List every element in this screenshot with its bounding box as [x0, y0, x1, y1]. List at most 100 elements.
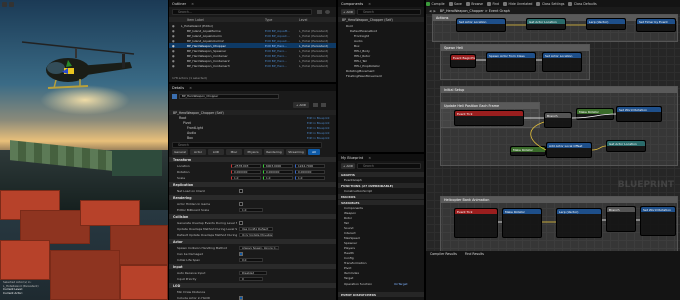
- edit-in-blueprint-link[interactable]: Edit in Blueprint: [307, 136, 330, 140]
- eye-icon[interactable]: ●: [172, 44, 175, 48]
- section-event-dispatchers[interactable]: EVENT DISPATCHERS: [338, 292, 424, 297]
- location-y-field[interactable]: 6003.0000: [263, 163, 293, 169]
- section-actor[interactable]: Actor: [169, 239, 336, 244]
- component-label: Pivot: [183, 120, 191, 125]
- outliner-tab[interactable]: Outliner ×: [169, 0, 336, 7]
- helicopter-model[interactable]: [18, 34, 138, 106]
- filter-misc[interactable]: Misc: [226, 149, 242, 155]
- input-priority-field[interactable]: 0: [239, 276, 263, 282]
- filter-all[interactable]: All: [308, 149, 320, 155]
- section-lod[interactable]: LOD: [169, 283, 336, 288]
- col-label[interactable]: Item Label: [187, 18, 204, 22]
- tree-row-type[interactable]: Edit BP_Hero...: [265, 44, 287, 48]
- compile-blueprint-icon[interactable]: [313, 103, 318, 107]
- variable-value[interactable]: OnTarget: [394, 282, 408, 286]
- auto-receive-dropdown[interactable]: Disabled: [239, 270, 267, 276]
- add-component-button[interactable]: + ADD: [293, 102, 309, 108]
- rotation-x-field[interactable]: 0.000000: [231, 169, 261, 175]
- object-name-field[interactable]: BP_HeroWeapon_Chopper: [179, 94, 279, 99]
- component-item[interactable]: FloatingPawnMovement: [338, 73, 424, 78]
- close-icon[interactable]: ×: [368, 2, 371, 6]
- filter-lod[interactable]: LOD: [208, 149, 224, 155]
- tree-row-type[interactable]: Edit BP_AquaC...: [265, 39, 290, 43]
- graph-item[interactable]: EventGraph: [338, 177, 424, 182]
- variable-item[interactable]: Target: [338, 275, 424, 280]
- update-overlap-dropdown[interactable]: Use Config Default: [239, 226, 273, 232]
- variable-label: Config: [344, 255, 354, 260]
- tree-row-type[interactable]: Edit BP_Hero...: [265, 59, 287, 63]
- location-x-field[interactable]: -2578.003: [231, 163, 261, 169]
- eye-icon[interactable]: ●: [172, 34, 175, 38]
- close-icon[interactable]: ×: [368, 156, 371, 160]
- eye-icon[interactable]: ●: [172, 49, 175, 53]
- details-tab[interactable]: Details ×: [169, 84, 336, 91]
- tree-row[interactable]: ● BP_HeroWeapon_Container3 Edit BP_Hero...…: [169, 63, 336, 68]
- tree-row-type[interactable]: Edit BP_Hero...: [265, 54, 287, 58]
- edit-in-blueprint-link[interactable]: Edit in Blueprint: [307, 126, 330, 130]
- filter-rendering[interactable]: Rendering: [264, 149, 284, 155]
- tree-row-type[interactable]: Edit BP_Hero...: [265, 49, 287, 53]
- initial-life-field[interactable]: 0.0: [239, 257, 263, 263]
- close-icon[interactable]: ×: [189, 86, 192, 90]
- section-rendering[interactable]: Rendering: [169, 195, 336, 200]
- checkbox[interactable]: [239, 202, 243, 206]
- section-transform[interactable]: Transform: [169, 157, 336, 162]
- default-update-dropdown[interactable]: Only Update Movable: [239, 232, 273, 238]
- rotation-z-field[interactable]: 0.000000: [295, 169, 325, 175]
- scale-x-field[interactable]: 1.0: [231, 175, 261, 181]
- eye-icon[interactable]: ●: [172, 24, 175, 28]
- eye-icon[interactable]: ●: [172, 59, 175, 63]
- eye-icon[interactable]: ●: [172, 54, 175, 58]
- perspective-icon[interactable]: [9, 2, 14, 7]
- section-macros[interactable]: MACROS: [338, 194, 424, 199]
- components-tab[interactable]: Components ×: [338, 0, 424, 7]
- filter-streaming[interactable]: Streaming: [286, 149, 306, 155]
- scale-z-field[interactable]: 1.0: [295, 175, 325, 181]
- find-results-tab[interactable]: Find Results: [465, 252, 484, 256]
- filter-physics[interactable]: Physics: [244, 149, 262, 155]
- eye-icon[interactable]: ●: [172, 29, 175, 33]
- gear-icon[interactable]: [325, 10, 330, 14]
- billboard-scale-field[interactable]: 1.0: [239, 207, 263, 213]
- eye-icon[interactable]: ●: [172, 39, 175, 43]
- my-blueprint-search-input[interactable]: Search: [357, 163, 421, 169]
- level-viewport[interactable]: Selected Actor(s) in: L_HotelIsland (Per…: [0, 0, 168, 300]
- my-blueprint-tab[interactable]: My Blueprint ×: [338, 154, 424, 161]
- tree-row-type[interactable]: Edit BP_Hero...: [265, 64, 287, 68]
- checkbox-checked[interactable]: [239, 252, 243, 256]
- menu-icon[interactable]: [2, 2, 7, 7]
- add-member-button[interactable]: + ADD: [341, 163, 355, 169]
- checkbox[interactable]: [239, 189, 243, 193]
- filter-actor[interactable]: Actor: [190, 149, 206, 155]
- blueprint-graph[interactable]: Compile Save Browse Find Hide Unrelated …: [424, 0, 680, 300]
- open-blueprint-icon[interactable]: [321, 103, 326, 107]
- add-component-button[interactable]: + ADD: [341, 9, 355, 15]
- edit-in-blueprint-link[interactable]: Edit in Blueprint: [307, 121, 330, 125]
- compiler-results-tab[interactable]: Compiler Results: [430, 252, 457, 256]
- function-item[interactable]: ConstructionScript: [338, 188, 424, 193]
- section-input[interactable]: Input: [169, 264, 336, 269]
- tree-row-type[interactable]: Edit BP_AquaM...: [265, 29, 290, 33]
- checkbox-checked[interactable]: [239, 296, 243, 300]
- filter-general[interactable]: General: [172, 149, 188, 155]
- edit-in-blueprint-link[interactable]: Edit in Blueprint: [307, 116, 330, 120]
- details-search-input[interactable]: Search: [172, 142, 322, 148]
- section-collision[interactable]: Collision: [169, 214, 336, 219]
- close-icon[interactable]: ×: [191, 2, 194, 6]
- component-root-row[interactable]: BP_HeroWeapon_Chopper (Self): [338, 17, 424, 22]
- tree-row-type[interactable]: Edit BP_AquaC...: [265, 34, 290, 38]
- rotation-y-field[interactable]: 0.000000: [263, 169, 293, 175]
- component-row[interactable]: Box Edit in Blueprint: [169, 135, 336, 140]
- spawn-collision-dropdown[interactable]: Always Spawn, Ignore C...: [239, 245, 279, 251]
- edit-in-blueprint-link[interactable]: Edit in Blueprint: [307, 131, 330, 135]
- section-replication[interactable]: Replication: [169, 182, 336, 187]
- location-z-field[interactable]: 1244.7000: [295, 163, 325, 169]
- components-search-input[interactable]: Search: [357, 9, 421, 15]
- col-type[interactable]: Type: [265, 18, 272, 22]
- col-level[interactable]: Level: [299, 18, 307, 22]
- eye-icon[interactable]: ●: [172, 64, 175, 68]
- checkbox[interactable]: [239, 221, 243, 225]
- outliner-search-input[interactable]: Search...: [172, 9, 312, 15]
- filter-icon[interactable]: [317, 10, 322, 14]
- scale-y-field[interactable]: 1.0: [263, 175, 293, 181]
